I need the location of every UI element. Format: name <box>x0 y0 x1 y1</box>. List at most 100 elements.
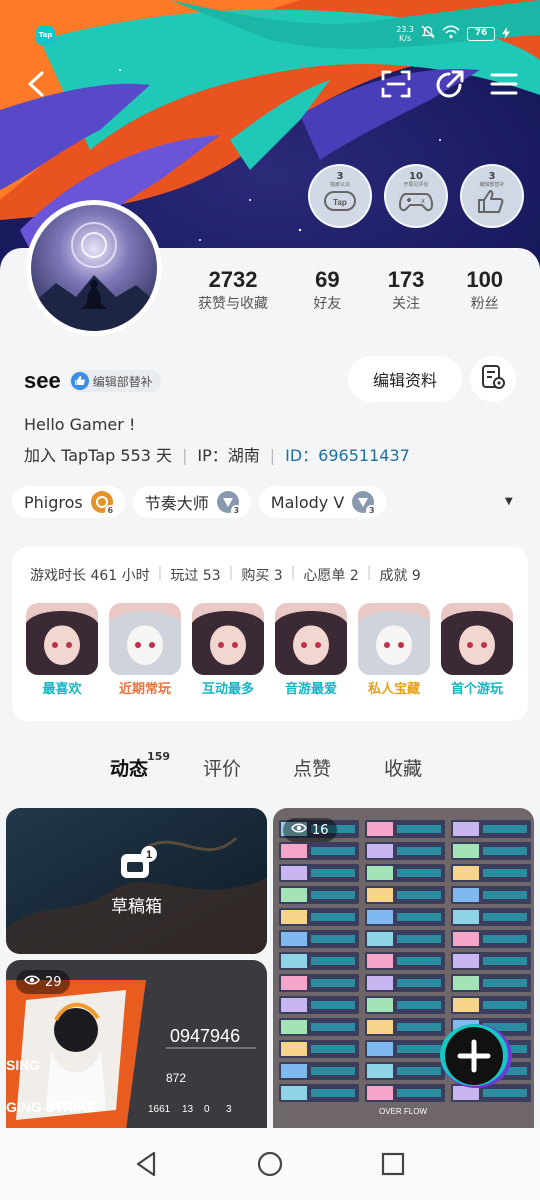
divider: | <box>228 565 234 581</box>
back-triangle-icon[interactable] <box>130 1148 162 1180</box>
post-score: 0947946 <box>170 1026 240 1046</box>
achievement-count: 成就 9 <box>379 568 421 584</box>
thumbs-up-icon <box>474 188 510 220</box>
drafts-overlay: 1 草稿箱 <box>6 808 267 954</box>
game-tile-label: 音游最爱 <box>284 682 337 697</box>
game-tile-image <box>358 603 430 675</box>
view-count-value: 16 <box>312 822 329 838</box>
home-circle-icon[interactable] <box>254 1148 286 1180</box>
post-combo: 872 <box>166 1071 186 1085</box>
game-level: 6 <box>104 505 116 516</box>
game-tile[interactable]: 音游最爱 <box>275 603 347 699</box>
game-level-badge: 3 <box>352 491 378 516</box>
game-tile-label: 首个游玩 <box>450 682 503 697</box>
tab-likes[interactable]: 点赞 <box>293 754 331 781</box>
drafts-badge: 1 <box>145 849 151 861</box>
game-summary-card[interactable]: 游戏时长 461 小时 | 玩过 53 | 购买 3 | 心愿单 2 | 成就 … <box>12 547 528 721</box>
profile-stats: 2732 获赞与收藏 69 好友 173 关注 100 粉丝 <box>178 266 524 314</box>
game-tile[interactable]: 最喜欢 <box>26 603 98 699</box>
notes-button[interactable] <box>470 356 516 402</box>
drafts-icon: 1 <box>117 845 157 886</box>
game-chip-label: Malody V <box>270 492 345 512</box>
status-bar: Tap 23.3 K/s 76 <box>0 0 540 48</box>
badge-tap-controller[interactable]: 3 独家认识 Tap <box>308 164 372 228</box>
svg-text:GING STRIKE: GING STRIKE <box>6 1099 97 1115</box>
overflow-label: OVER FLOW <box>379 1107 427 1116</box>
post-stat: 0 <box>204 1104 210 1115</box>
create-post-button[interactable] <box>434 1022 514 1090</box>
thumbs-up-badge-icon <box>70 372 89 390</box>
tab-label: 收藏 <box>384 758 423 780</box>
game-tile[interactable]: 互动最多 <box>192 603 264 699</box>
game-tiles: 最喜欢 近期常玩 互动最多 音游最爱 私人宝藏 首个游玩 <box>26 603 513 699</box>
tab-reviews[interactable]: 评价 <box>203 754 241 781</box>
divider: | <box>269 446 276 465</box>
charging-icon <box>502 24 510 43</box>
game-tile-image <box>109 603 181 675</box>
stat-value: 173 <box>387 267 425 292</box>
top-navigation <box>0 62 540 106</box>
game-tile-image <box>26 603 98 675</box>
drafts-card[interactable]: 1 草稿箱 <box>6 808 267 954</box>
game-level-badge: 3 <box>216 491 242 516</box>
badge-count: 10 <box>409 171 423 182</box>
stat-following[interactable]: 173 关注 <box>367 266 446 314</box>
stat-followers[interactable]: 100 粉丝 <box>445 266 524 314</box>
purchased-count: 购买 3 <box>241 568 283 584</box>
summary-line: 游戏时长 461 小时 | 玩过 53 | 购买 3 | 心愿单 2 | 成就 … <box>30 565 421 585</box>
tab-count: 159 <box>147 750 171 763</box>
scan-icon[interactable] <box>374 62 418 106</box>
game-level: 3 <box>230 505 242 516</box>
badge-count: 3 <box>488 171 496 182</box>
share-icon[interactable] <box>428 62 472 106</box>
badge-gamepad[interactable]: 10 开局见评论 x <box>384 164 448 228</box>
notes-settings-icon <box>480 364 506 394</box>
game-tile[interactable]: 近期常玩 <box>109 603 181 699</box>
profile-meta: 加入 TapTap 553 天 | IP：湖南 | ID：696511437 <box>24 444 410 468</box>
tab-favorites[interactable]: 收藏 <box>384 754 422 781</box>
post-stat: 3 <box>226 1104 232 1115</box>
net-speed-unit: K/s <box>399 33 412 43</box>
taptap-app-icon: Tap <box>36 26 55 45</box>
game-tile-image <box>192 603 264 675</box>
stat-label: 好友 <box>313 296 342 312</box>
tab-label: 动态 <box>110 758 149 780</box>
post-stat: 1661 <box>148 1104 171 1115</box>
drafts-label: 草稿箱 <box>111 896 162 917</box>
game-chip-label: Phigros <box>24 492 83 512</box>
view-count-value: 29 <box>45 974 62 990</box>
back-icon[interactable] <box>14 62 58 106</box>
svg-text:x: x <box>421 197 425 205</box>
badge-thumbs-up[interactable]: 3 编辑部替补 <box>460 164 524 228</box>
menu-icon[interactable] <box>482 62 526 106</box>
stat-label: 粉丝 <box>470 296 499 312</box>
eye-icon <box>291 822 307 838</box>
game-tile[interactable]: 私人宝藏 <box>358 603 430 699</box>
feed-post-card[interactable]: SING GING STRIKE 0947946 872 1661 13 0 3… <box>6 960 267 1130</box>
stat-friends[interactable]: 69 好友 <box>288 266 367 314</box>
role-tag[interactable]: 编辑部替补 <box>68 370 161 392</box>
stat-value: 100 <box>466 267 504 292</box>
game-chip-jiezoudashi[interactable]: 节奏大师 3 <box>132 486 251 518</box>
tab-posts[interactable]: 动态 159 <box>110 750 170 781</box>
badge-count: 3 <box>336 171 344 182</box>
ip-location: IP：湖南 <box>197 446 260 465</box>
gamepad-icon: x <box>398 188 434 220</box>
avatar[interactable] <box>26 200 162 336</box>
mute-icon <box>421 24 435 43</box>
content-tabs: 动态 159 评价 点赞 收藏 <box>0 750 540 794</box>
game-chip-phigros[interactable]: Phigros 6 <box>12 486 125 518</box>
svg-text:SING: SING <box>6 1057 40 1073</box>
playtime: 游戏时长 461 小时 <box>30 568 150 584</box>
user-id[interactable]: ID：696511437 <box>285 444 410 468</box>
recents-square-icon[interactable] <box>377 1148 409 1180</box>
expand-chips-icon[interactable]: ▼ <box>505 496 513 507</box>
edit-profile-button[interactable]: 编辑资料 <box>348 356 462 402</box>
game-chips: Phigros 6 节奏大师 3 Malody V 3 <box>12 486 387 518</box>
eye-icon <box>24 974 40 990</box>
stat-likes[interactable]: 2732 获赞与收藏 <box>178 266 288 314</box>
played-count: 玩过 53 <box>170 568 221 584</box>
game-chip-malody[interactable]: Malody V 3 <box>258 486 387 518</box>
game-tile[interactable]: 首个游玩 <box>441 603 513 699</box>
game-tile-label: 私人宝藏 <box>367 682 420 697</box>
